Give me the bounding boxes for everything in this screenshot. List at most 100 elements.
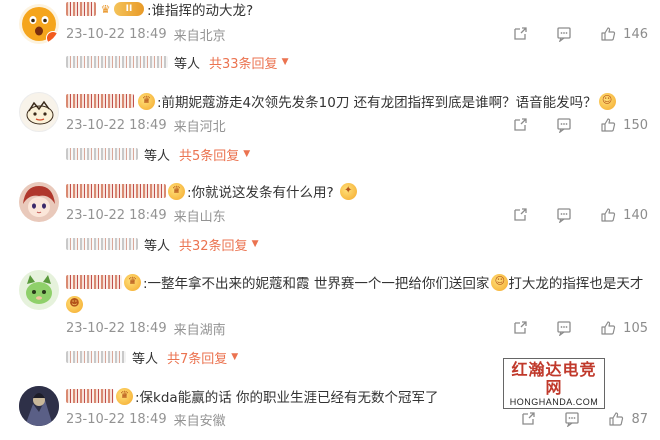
- reply-people-label: 等人: [144, 238, 171, 254]
- like-count: 146: [623, 26, 648, 42]
- comment-date: 23-10-22 18:49: [66, 411, 167, 427]
- view-replies-label: 共7条回复: [167, 351, 228, 367]
- chevron-down-icon: ▼: [231, 352, 239, 362]
- view-replies-label: 共32条回复: [179, 238, 248, 254]
- reply-summary: 等人 共33条回复 ▼: [66, 52, 288, 72]
- comment-text: :你就说这发条有什么用?: [187, 185, 334, 201]
- avatar[interactable]: [19, 182, 59, 222]
- comment-header: ♛ :前期妮蔻游走4次领先发条10刀 还有龙团指挥到底是谁啊？语音能发吗？ ☺: [66, 90, 616, 112]
- like-icon[interactable]: [600, 320, 616, 336]
- chevron-down-icon: ▼: [251, 239, 259, 249]
- comment-date: 23-10-22 18:49: [66, 207, 167, 223]
- comment-text: :保kda能赢的话 你的职业生涯已经有无数个冠军了: [135, 390, 439, 406]
- watermark-domain: HONGHANDA.COM: [509, 397, 599, 407]
- comment-actions: 150: [512, 115, 648, 135]
- comment-icon[interactable]: [556, 207, 572, 223]
- crown-icon: ♛: [100, 2, 111, 16]
- comment-header: ♛ :你就说这发条有什么用? ✦: [66, 180, 357, 202]
- comment-actions: 140: [512, 205, 648, 225]
- comment-text: :一整年拿不出来的妮蔻和霞 世界赛一个一把给你们送回家: [143, 276, 490, 292]
- comment-text: :前期妮蔻游走4次领先发条10刀 还有龙团指挥到底是谁啊？语音能发吗？: [157, 95, 597, 111]
- share-icon[interactable]: [520, 411, 536, 427]
- comment-text-continued: 打大龙的指挥也是天才: [508, 276, 644, 292]
- comment-meta: 23-10-22 18:49 来自湖南: [66, 318, 226, 338]
- chevron-down-icon: ▼: [281, 57, 289, 67]
- comment-meta: 23-10-22 18:49 来自北京: [66, 24, 226, 44]
- share-icon[interactable]: [512, 117, 528, 133]
- view-replies-link[interactable]: 共5条回复 ▼: [179, 145, 250, 164]
- username[interactable]: [66, 94, 134, 108]
- dizzy-emoji-icon: ✦: [339, 182, 357, 200]
- reply-usernames[interactable]: [66, 351, 126, 363]
- username[interactable]: [66, 184, 166, 198]
- view-replies-link[interactable]: 共33条回复 ▼: [209, 53, 288, 72]
- avatar[interactable]: [19, 4, 59, 44]
- reply-summary: 等人 共32条回复 ▼: [66, 234, 258, 254]
- comment-actions: 146: [512, 24, 648, 44]
- reply-usernames[interactable]: [66, 148, 138, 160]
- reply-usernames[interactable]: [66, 56, 168, 68]
- like-icon[interactable]: [600, 207, 616, 223]
- comment-header: ♛ :一整年拿不出来的妮蔻和霞 世界赛一个一把给你们送回家 ☺ 打大龙的指挥也是…: [66, 271, 643, 293]
- comment-date: 23-10-22 18:49: [66, 26, 167, 42]
- share-icon[interactable]: [512, 26, 528, 42]
- comment-icon[interactable]: [556, 320, 572, 336]
- crown-icon: ♛: [116, 387, 133, 405]
- comment-meta: 23-10-22 18:49 来自安徽: [66, 409, 226, 429]
- comment-actions: 105: [512, 318, 648, 338]
- like-count: 105: [623, 320, 648, 336]
- comment-location: 来自安徽: [173, 413, 226, 429]
- reply-usernames[interactable]: [66, 238, 138, 250]
- like-count: 150: [623, 117, 648, 133]
- view-replies-label: 共33条回复: [209, 56, 278, 72]
- comment-header: ♛ II :谁指挥的动大龙?: [66, 0, 253, 20]
- avatar[interactable]: [19, 270, 59, 310]
- like-icon[interactable]: [600, 26, 616, 42]
- like-icon[interactable]: [600, 117, 616, 133]
- comment-location: 来自山东: [173, 209, 226, 225]
- crown-icon: ♛: [168, 182, 185, 200]
- comment-icon[interactable]: [556, 117, 572, 133]
- comment-meta: 23-10-22 18:49 来自河北: [66, 115, 226, 135]
- clown-emoji-icon: ☻: [66, 295, 83, 313]
- username[interactable]: [66, 2, 96, 16]
- comment-actions: 87: [520, 409, 648, 429]
- view-replies-label: 共5条回复: [179, 148, 240, 164]
- comment-trailing-emoji: ☻: [66, 293, 83, 315]
- comment-date: 23-10-22 18:49: [66, 117, 167, 133]
- member-badge: II: [114, 2, 144, 16]
- crown-icon: ♛: [124, 273, 141, 291]
- comment-list: ♛ II :谁指挥的动大龙? 23-10-22 18:49 来自北京 146 等…: [0, 0, 660, 440]
- comment-icon[interactable]: [556, 26, 572, 42]
- comment-location: 来自湖南: [173, 322, 226, 338]
- reply-summary: 等人 共7条回复 ▼: [66, 347, 238, 367]
- reply-people-label: 等人: [174, 56, 201, 72]
- comment-date: 23-10-22 18:49: [66, 320, 167, 336]
- avatar[interactable]: [19, 386, 59, 426]
- watermark-title: 红瀚达电竞网: [511, 360, 597, 397]
- relieved-emoji-icon: ☺: [491, 273, 509, 291]
- comment-location: 来自河北: [173, 119, 226, 135]
- reply-people-label: 等人: [144, 148, 171, 164]
- site-watermark: 红瀚达电竞网 HONGHANDA.COM: [503, 358, 605, 409]
- username[interactable]: [66, 389, 114, 403]
- comment-location: 来自北京: [173, 28, 226, 44]
- like-count: 87: [631, 411, 648, 427]
- username[interactable]: [66, 275, 122, 289]
- chevron-down-icon: ▼: [243, 149, 251, 159]
- comment-header: ♛ :保kda能赢的话 你的职业生涯已经有无数个冠军了: [66, 385, 439, 407]
- reply-people-label: 等人: [132, 351, 159, 367]
- avatar[interactable]: [19, 92, 59, 132]
- like-count: 140: [623, 207, 648, 223]
- view-replies-link[interactable]: 共7条回复 ▼: [167, 348, 238, 367]
- comment-icon[interactable]: [564, 411, 580, 427]
- blush-emoji-icon: ☺: [598, 92, 616, 110]
- view-replies-link[interactable]: 共32条回复 ▼: [179, 235, 258, 254]
- share-icon[interactable]: [512, 320, 528, 336]
- crown-icon: ♛: [138, 92, 155, 110]
- comment-text: :谁指挥的动大龙?: [147, 3, 254, 19]
- comment-meta: 23-10-22 18:49 来自山东: [66, 205, 226, 225]
- reply-summary: 等人 共5条回复 ▼: [66, 144, 250, 164]
- like-icon[interactable]: [608, 411, 624, 427]
- share-icon[interactable]: [512, 207, 528, 223]
